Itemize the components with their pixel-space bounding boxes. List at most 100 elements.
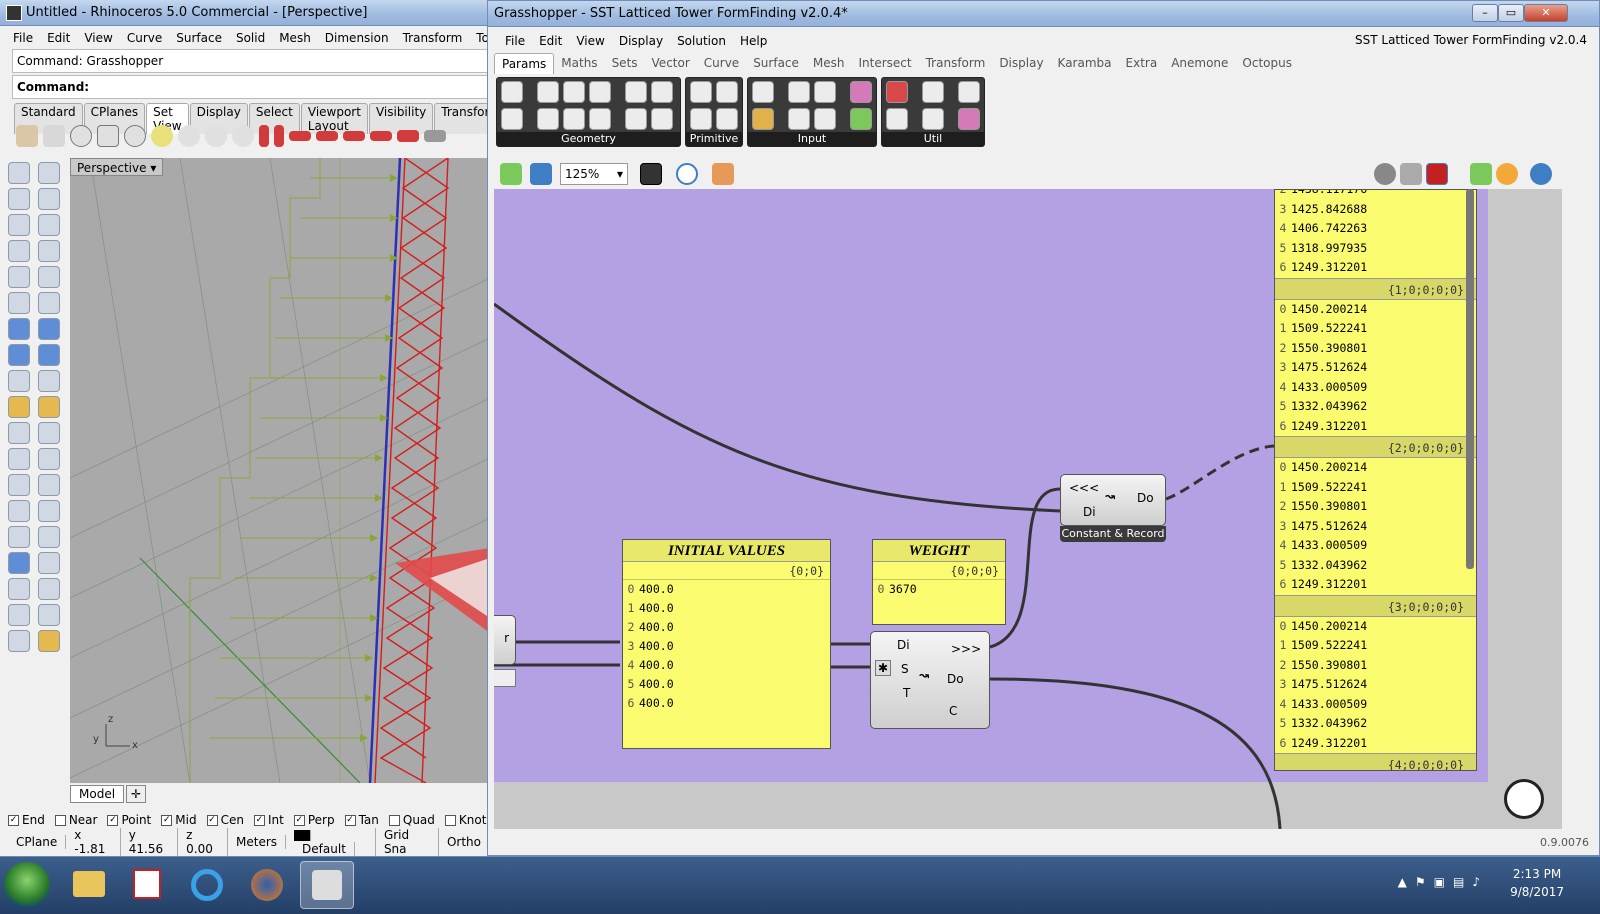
tab-sets[interactable]: Sets xyxy=(605,53,645,74)
osnap-checkbox[interactable]: ✓ xyxy=(293,814,305,826)
boolean-param-icon[interactable] xyxy=(690,81,712,103)
set-view-front-icon[interactable] xyxy=(343,131,365,141)
join-icon[interactable] xyxy=(8,396,30,418)
osnap-near[interactable]: Near xyxy=(54,813,97,827)
tab-karamba[interactable]: Karamba xyxy=(1051,53,1119,74)
gradient-icon[interactable] xyxy=(850,81,872,103)
cherry-picker-icon[interactable] xyxy=(886,81,908,103)
output-do[interactable]: Do xyxy=(1137,491,1154,505)
output-list-panel[interactable]: 2 1438.117176 3 1425.842688 4 1406.742263 5 131… xyxy=(1274,189,1477,771)
select-icon[interactable] xyxy=(8,162,30,184)
osnap-checkbox[interactable]: ✓ xyxy=(8,814,19,826)
gh-menu-file[interactable]: File xyxy=(498,34,532,48)
data-input-icon[interactable] xyxy=(922,108,944,130)
check-icon[interactable] xyxy=(38,604,60,626)
tab-params[interactable]: Params xyxy=(494,53,555,74)
cplane-status[interactable]: CPlane xyxy=(8,835,67,849)
gh-menu-display[interactable]: Display xyxy=(612,34,670,48)
extend-icon[interactable] xyxy=(38,422,60,444)
arc-param-icon[interactable] xyxy=(563,108,585,130)
number-param-icon[interactable] xyxy=(716,81,738,103)
gh-menu-solution[interactable]: Solution xyxy=(670,34,733,48)
preview-shaded-icon[interactable] xyxy=(1400,163,1422,185)
action-center-icon[interactable]: ⚑ xyxy=(1415,875,1426,889)
osnap-mid[interactable]: ✓ Mid xyxy=(161,813,197,827)
tab-surface[interactable]: Surface xyxy=(746,53,806,74)
tab-curve[interactable]: Curve xyxy=(697,53,746,74)
cylinder-icon[interactable] xyxy=(8,370,30,392)
system-clock[interactable]: 2:13 PM 9/8/2017 xyxy=(1510,865,1564,901)
explorer-icon[interactable] xyxy=(62,861,116,909)
geometry-param-icon[interactable] xyxy=(625,108,647,130)
move-icon[interactable] xyxy=(8,474,30,496)
gh-menu-view[interactable]: View xyxy=(569,34,611,48)
string-param-icon[interactable] xyxy=(716,108,738,130)
preview-settings-icon[interactable] xyxy=(1496,163,1518,185)
partial-component[interactable]: r xyxy=(494,615,516,665)
tab-mesh[interactable]: Mesh xyxy=(806,53,852,74)
layer-status[interactable]: Default xyxy=(286,828,376,856)
network-icon[interactable]: ▤ xyxy=(1453,875,1464,889)
output-do[interactable]: Do xyxy=(947,672,964,686)
data-output-icon[interactable] xyxy=(922,81,944,103)
command-prompt[interactable]: Command: xyxy=(12,75,490,99)
internet-explorer-icon[interactable] xyxy=(180,861,234,909)
osnap-checkbox[interactable]: ✓ xyxy=(107,814,119,826)
rhino-menu-view[interactable]: View xyxy=(77,31,119,45)
display-mode-icon[interactable] xyxy=(1530,163,1552,185)
surface-icon[interactable] xyxy=(8,292,30,314)
rhino-icon[interactable] xyxy=(300,861,354,909)
toggle-icon[interactable] xyxy=(788,81,810,103)
osnap-tan[interactable]: ✓ Tan xyxy=(344,813,379,827)
tab-anemone[interactable]: Anemone xyxy=(1164,53,1235,74)
surface-param-icon[interactable] xyxy=(589,81,611,103)
osnap-end[interactable]: ✓ End xyxy=(8,813,45,827)
rhino-menu-file[interactable]: File xyxy=(6,31,40,45)
initial-values-panel[interactable]: INITIAL VALUES {0;0} 0 400.0 1 400.0 2 400.0 3… xyxy=(622,539,831,749)
vector-param-icon[interactable] xyxy=(501,108,523,130)
chevron-down-icon[interactable]: ▾ xyxy=(150,161,156,175)
osnap-perp[interactable]: ✓ Perp xyxy=(293,813,335,827)
redo-view-icon[interactable] xyxy=(205,125,227,147)
polygon-icon[interactable] xyxy=(8,240,30,262)
firefox-icon[interactable] xyxy=(240,861,294,909)
document-preview-icon[interactable] xyxy=(1470,163,1492,185)
polyline-icon[interactable] xyxy=(8,188,30,210)
osnap-checkbox[interactable]: ✓ xyxy=(161,814,173,826)
input-t[interactable]: T xyxy=(903,686,910,700)
circle-param-icon[interactable] xyxy=(537,81,559,103)
zoom-1to1-icon[interactable] xyxy=(232,125,254,147)
osnap-knot[interactable]: Knot xyxy=(444,813,486,827)
rectangle-icon[interactable] xyxy=(38,240,60,262)
loop-start-component[interactable]: Di S T ✱ ↝ >>> Do C xyxy=(870,631,990,729)
gh-canvas[interactable]: r INITIAL VALUES {0;0} 0 400.0 1 400.0 2 400.… xyxy=(494,189,1562,829)
osnap-checkbox[interactable] xyxy=(388,814,400,826)
loft-icon[interactable] xyxy=(38,292,60,314)
osnap-checkbox[interactable]: ✓ xyxy=(344,814,356,826)
set-view-bottom-icon[interactable] xyxy=(274,125,284,147)
gh-menu-help[interactable]: Help xyxy=(733,34,774,48)
text-icon[interactable] xyxy=(8,500,30,522)
input-s[interactable]: S xyxy=(901,662,909,676)
tab-vector[interactable]: Vector xyxy=(645,53,697,74)
split-icon[interactable] xyxy=(38,396,60,418)
zoom-window-icon[interactable] xyxy=(97,125,119,147)
point-icon[interactable] xyxy=(38,162,60,184)
set-view-right-icon[interactable] xyxy=(316,131,338,141)
slider-icon[interactable] xyxy=(814,81,836,103)
set-view-left-icon[interactable] xyxy=(289,131,311,141)
circle-icon[interactable] xyxy=(8,214,30,236)
mesh-tools-icon[interactable] xyxy=(38,344,60,366)
curve-icon[interactable] xyxy=(38,188,60,210)
set-view-back-icon[interactable] xyxy=(370,131,392,141)
dimension-icon[interactable] xyxy=(8,526,30,548)
device-icon[interactable]: ▣ xyxy=(1434,875,1445,889)
group-icon[interactable] xyxy=(8,448,30,470)
offset-icon[interactable] xyxy=(38,266,60,288)
rhino-menu-surface[interactable]: Surface xyxy=(169,31,229,45)
rhino-menu-solid[interactable]: Solid xyxy=(229,31,272,45)
render-icon[interactable] xyxy=(8,604,30,626)
analyze-icon[interactable] xyxy=(38,552,60,574)
array-icon[interactable] xyxy=(8,578,30,600)
import-param-icon[interactable] xyxy=(752,81,774,103)
